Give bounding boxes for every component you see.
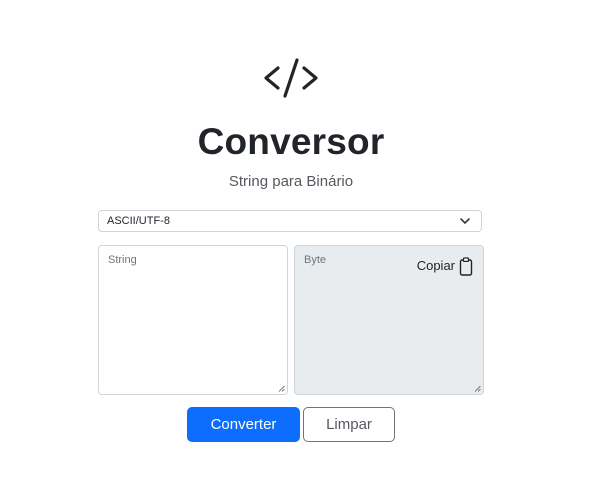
resize-handle-icon[interactable]: [474, 385, 481, 392]
clipboard-icon: [459, 256, 473, 276]
resize-handle-icon[interactable]: [278, 385, 285, 392]
converter-page: Conversor String para Binário ASCII/UTF-…: [0, 0, 595, 486]
byte-output[interactable]: Byte Copiar: [294, 245, 484, 395]
chevron-down-icon: [460, 218, 470, 224]
page-title: Conversor: [197, 121, 385, 162]
clear-button[interactable]: Limpar: [303, 407, 395, 442]
copy-button[interactable]: Copiar: [417, 256, 473, 276]
string-input-placeholder: String: [108, 254, 137, 266]
copy-button-label: Copiar: [416, 258, 455, 273]
convert-button[interactable]: Converter: [187, 407, 300, 442]
string-input[interactable]: String: [98, 245, 288, 395]
byte-output-placeholder: Byte: [304, 254, 327, 266]
encoding-select-value: ASCII/UTF-8: [107, 215, 170, 227]
encoding-select[interactable]: ASCII/UTF-8: [98, 210, 482, 232]
code-icon: [264, 58, 318, 98]
page-subtitle: String para Binário: [228, 173, 354, 190]
